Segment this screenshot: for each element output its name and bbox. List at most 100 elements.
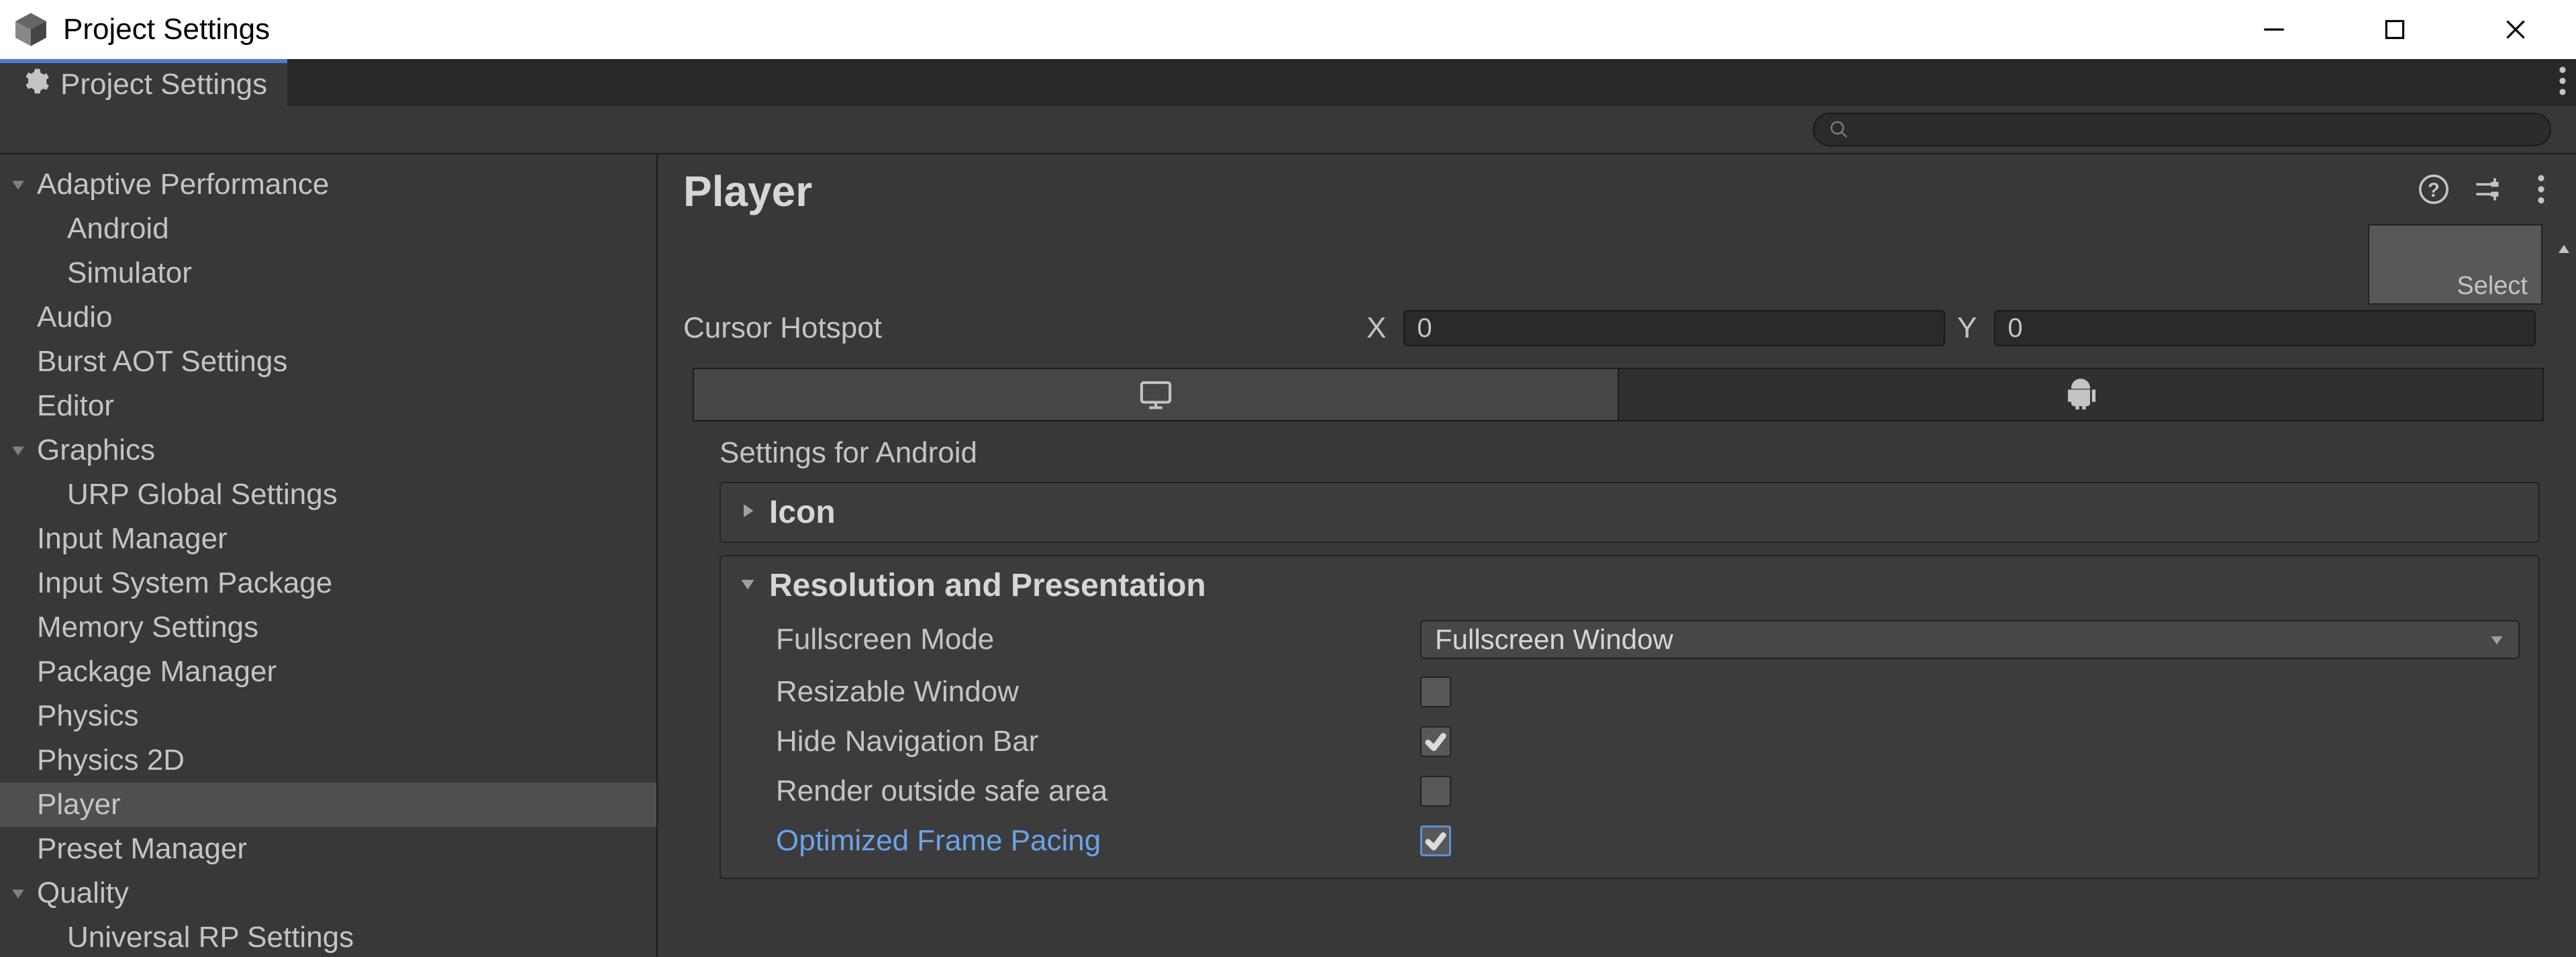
sidebar-item-audio[interactable]: Audio <box>0 295 656 340</box>
sidebar-item-simulator[interactable]: Simulator <box>0 251 656 295</box>
page-title: Player <box>683 166 812 216</box>
chevron-down-icon <box>740 576 756 595</box>
gear-icon <box>20 66 50 103</box>
window-titlebar: Project Settings <box>0 0 2576 59</box>
sidebar-item-input-system-package[interactable]: Input System Package <box>0 561 656 605</box>
sidebar-item-label: Physics <box>37 699 139 733</box>
sidebar-item-label: Adaptive Performance <box>37 168 329 201</box>
sidebar-item-label: URP Global Settings <box>67 478 338 511</box>
sidebar-item-label: Universal RP Settings <box>67 921 354 954</box>
chevron-down-icon <box>2489 632 2505 648</box>
sidebar-item-memory-settings[interactable]: Memory Settings <box>0 605 656 650</box>
render-outside-safe-label: Render outside safe area <box>776 774 1420 808</box>
fullscreen-mode-dropdown[interactable]: Fullscreen Window <box>1420 620 2520 659</box>
presets-icon[interactable] <box>2473 174 2502 207</box>
hide-nav-bar-row: Hide Navigation Bar <box>740 725 2520 758</box>
foldout-icon[interactable]: Icon <box>720 482 2540 543</box>
foldout-resolution-title: Resolution and Presentation <box>769 567 1206 604</box>
sidebar-item-physics-2d[interactable]: Physics 2D <box>0 738 656 783</box>
settings-main-panel: Player ? Select Cursor Hotspot X 0 Y 0 <box>658 154 2576 957</box>
fullscreen-mode-label: Fullscreen Mode <box>776 623 1420 656</box>
settings-sidebar: Adaptive Performance Android Simulator Audi… <box>0 154 658 957</box>
fullscreen-mode-row: Fullscreen Mode Fullscreen Window <box>740 620 2520 659</box>
sidebar-item-adaptive-performance[interactable]: Adaptive Performance <box>0 162 656 207</box>
cursor-hotspot-x-label: X <box>1367 311 1386 345</box>
sidebar-item-input-manager[interactable]: Input Manager <box>0 517 656 561</box>
hide-nav-bar-checkbox[interactable] <box>1420 726 1451 757</box>
sidebar-item-label: Physics 2D <box>37 744 185 777</box>
chevron-down-icon <box>9 443 27 458</box>
scroll-up-marker[interactable] <box>2556 228 2572 270</box>
tab-project-settings[interactable]: Project Settings <box>0 59 287 106</box>
resizable-window-label: Resizable Window <box>776 675 1420 709</box>
hide-nav-bar-label: Hide Navigation Bar <box>776 725 1420 758</box>
resizable-window-row: Resizable Window <box>740 675 2520 709</box>
platform-tab-strip <box>693 368 2544 421</box>
sidebar-item-label: Simulator <box>67 256 192 290</box>
panel-menu-button[interactable] <box>2526 174 2556 207</box>
cursor-hotspot-label: Cursor Hotspot <box>683 311 1354 345</box>
select-label: Select <box>2457 272 2528 301</box>
check-icon <box>1424 829 1447 852</box>
monitor-icon <box>1138 377 1173 412</box>
sidebar-item-quality[interactable]: Quality <box>0 871 656 915</box>
sidebar-item-label: Preset Manager <box>37 832 247 866</box>
help-icon[interactable]: ? <box>2419 174 2448 207</box>
sidebar-item-label: Quality <box>37 876 129 910</box>
cursor-hotspot-y-label: Y <box>1957 311 1977 345</box>
sidebar-item-label: Player <box>37 788 121 821</box>
optimized-frame-pacing-checkbox[interactable] <box>1420 825 1451 856</box>
sidebar-item-physics[interactable]: Physics <box>0 694 656 738</box>
sidebar-item-label: Memory Settings <box>37 611 258 644</box>
sidebar-item-package-manager[interactable]: Package Manager <box>0 650 656 694</box>
chevron-down-icon <box>9 177 27 192</box>
sidebar-item-label: Graphics <box>37 434 155 467</box>
texture-select-box[interactable]: Select <box>2368 224 2542 305</box>
sidebar-item-label: Burst AOT Settings <box>37 345 287 379</box>
toolbar <box>0 106 2576 154</box>
sidebar-item-label: Input System Package <box>37 566 332 600</box>
sidebar-item-label: Editor <box>37 389 114 423</box>
svg-text:?: ? <box>2428 179 2440 201</box>
sidebar-item-label: Audio <box>37 301 113 334</box>
sidebar-item-burst-aot-settings[interactable]: Burst AOT Settings <box>0 340 656 384</box>
sidebar-item-preset-manager[interactable]: Preset Manager <box>0 827 656 871</box>
tab-bar: Project Settings <box>0 59 2576 106</box>
unity-icon <box>12 11 50 48</box>
platform-tab-standalone[interactable] <box>694 369 1619 420</box>
sidebar-item-label: Input Manager <box>37 522 228 556</box>
foldout-icon-title: Icon <box>769 494 836 531</box>
window-title: Project Settings <box>63 13 270 46</box>
tab-label: Project Settings <box>60 68 267 101</box>
optimized-frame-pacing-row: Optimized Frame Pacing <box>740 824 2520 858</box>
sidebar-item-editor[interactable]: Editor <box>0 384 656 428</box>
sidebar-item-label: Android <box>67 212 169 246</box>
cursor-hotspot-y-input[interactable]: 0 <box>1994 310 2536 346</box>
close-button[interactable] <box>2455 0 2576 59</box>
chevron-down-icon <box>9 886 27 901</box>
search-input[interactable] <box>1813 113 2551 146</box>
sidebar-item-graphics[interactable]: Graphics <box>0 428 656 472</box>
resizable-window-checkbox[interactable] <box>1420 676 1451 707</box>
settings-for-label: Settings for Android <box>720 436 2576 470</box>
sidebar-item-label: Package Manager <box>37 655 277 689</box>
chevron-right-icon <box>740 503 756 522</box>
sidebar-item-player[interactable]: Player <box>0 783 656 827</box>
cursor-hotspot-row: Cursor Hotspot X 0 Y 0 <box>683 310 2576 346</box>
render-outside-safe-checkbox[interactable] <box>1420 776 1451 807</box>
optimized-frame-pacing-label: Optimized Frame Pacing <box>776 824 1420 858</box>
check-icon <box>1424 730 1447 753</box>
platform-tab-android[interactable] <box>1619 369 2542 420</box>
tab-menu-button[interactable] <box>2559 66 2567 99</box>
sidebar-item-android[interactable]: Android <box>0 207 656 251</box>
minimize-button[interactable] <box>2214 0 2334 59</box>
android-icon <box>2063 377 2098 412</box>
sidebar-item-universal-rp-settings[interactable]: Universal RP Settings <box>0 915 656 957</box>
foldout-resolution-header[interactable]: Resolution and Presentation <box>740 567 2520 604</box>
sidebar-item-urp-global-settings[interactable]: URP Global Settings <box>0 472 656 517</box>
foldout-resolution: Resolution and Presentation Fullscreen M… <box>720 555 2540 879</box>
render-outside-safe-row: Render outside safe area <box>740 774 2520 808</box>
search-icon <box>1829 119 1849 140</box>
cursor-hotspot-x-input[interactable]: 0 <box>1403 310 1945 346</box>
maximize-button[interactable] <box>2334 0 2455 59</box>
